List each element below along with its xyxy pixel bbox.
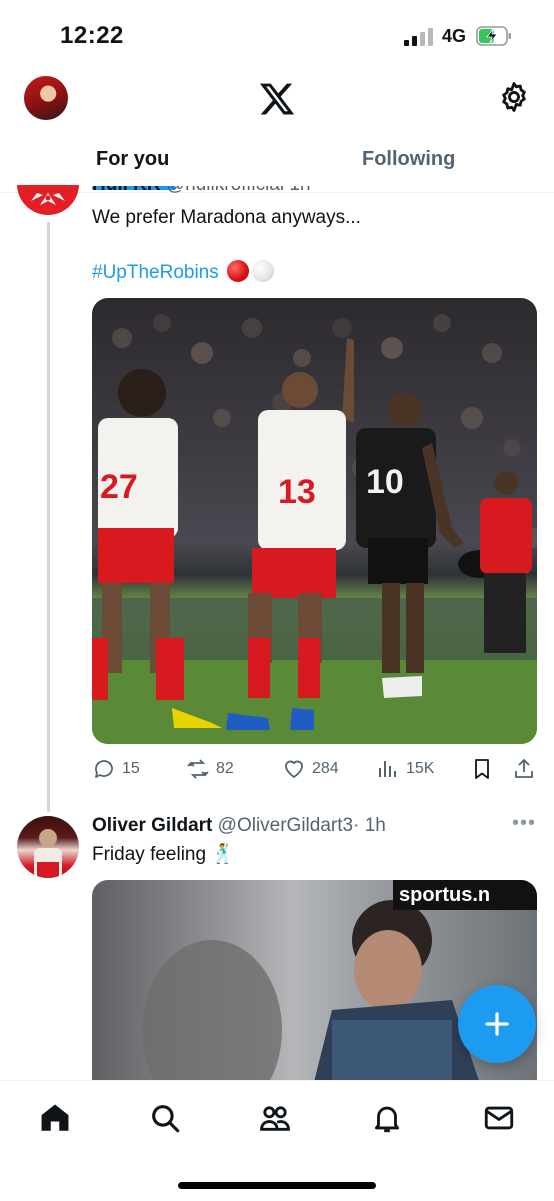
communities-icon[interactable] bbox=[258, 1101, 292, 1135]
dancer-emoji: 🕺 bbox=[211, 843, 236, 865]
views-count: 15K bbox=[406, 760, 435, 777]
profile-avatar[interactable] bbox=[24, 76, 68, 120]
shirt-number-10: 10 bbox=[366, 463, 404, 501]
shirt-number-27: 27 bbox=[100, 468, 138, 506]
shirt-number-13: 13 bbox=[278, 473, 316, 511]
tweet-photo[interactable]: 27 13 10 bbox=[92, 298, 537, 744]
tweet-text: We prefer Maradona anyways... bbox=[92, 207, 361, 228]
compose-icon bbox=[485, 1012, 509, 1036]
bottom-nav bbox=[0, 1080, 554, 1201]
author-handle[interactable]: @OliverGildart3 bbox=[218, 815, 353, 836]
network-label: 4G bbox=[442, 26, 467, 46]
x-logo-icon bbox=[258, 80, 296, 118]
tweet-text: Friday feeling 🕺 bbox=[92, 842, 235, 866]
tab-following[interactable]: Following bbox=[362, 148, 455, 171]
home-icon[interactable] bbox=[38, 1101, 72, 1135]
hashtag-text[interactable]: #UpTheRobins bbox=[92, 262, 219, 283]
bookmark-button[interactable] bbox=[470, 756, 494, 782]
thread-line bbox=[47, 222, 50, 812]
tweet-author-name[interactable]: Oliver Gildart @OliverGildart3· 1h bbox=[92, 815, 386, 837]
red-circle-emoji bbox=[227, 260, 250, 282]
messages-icon[interactable] bbox=[482, 1101, 516, 1135]
signal-icon bbox=[404, 28, 434, 46]
share-button[interactable] bbox=[512, 756, 536, 782]
tweet-actions: 15 82 284 15K bbox=[92, 756, 537, 782]
share-icon bbox=[515, 758, 533, 778]
hullkr-avatar[interactable] bbox=[17, 185, 79, 215]
bookmark-icon bbox=[475, 759, 489, 779]
repost-button[interactable]: 82 bbox=[186, 756, 234, 782]
status-time: 12:22 bbox=[60, 22, 124, 49]
more-options-icon[interactable]: ••• bbox=[512, 812, 536, 835]
timeline-tabs: For you Following bbox=[0, 130, 554, 193]
views-button[interactable]: 15K bbox=[376, 756, 434, 782]
repost-count: 82 bbox=[216, 760, 234, 777]
video-watermark: sportus.n bbox=[393, 880, 537, 910]
tweet-author-name[interactable]: Hull KR @hullkrofficial 1h bbox=[92, 186, 311, 198]
notifications-icon[interactable] bbox=[370, 1101, 404, 1135]
views-icon bbox=[379, 761, 396, 777]
white-circle-emoji bbox=[252, 260, 275, 282]
like-count: 284 bbox=[312, 760, 339, 777]
tweet-time: · 1h bbox=[353, 815, 386, 836]
olivergildart-avatar[interactable] bbox=[17, 816, 79, 878]
hashtag-link[interactable]: #UpTheRobins bbox=[92, 260, 275, 284]
reply-button[interactable]: 15 bbox=[92, 756, 140, 782]
author-name[interactable]: Oliver Gildart bbox=[92, 815, 212, 836]
settings-icon[interactable] bbox=[497, 80, 531, 114]
battery-icon bbox=[476, 26, 512, 46]
tab-for-you[interactable]: For you bbox=[96, 148, 169, 171]
like-button[interactable]: 284 bbox=[282, 756, 339, 782]
tweet-text-body: Friday feeling bbox=[92, 844, 207, 865]
search-icon[interactable] bbox=[148, 1101, 182, 1135]
home-indicator[interactable] bbox=[178, 1182, 376, 1189]
reply-count: 15 bbox=[122, 760, 140, 777]
reply-icon bbox=[95, 760, 113, 778]
repost-icon bbox=[187, 759, 209, 779]
like-icon bbox=[285, 760, 303, 778]
compose-button[interactable] bbox=[458, 985, 536, 1063]
tweet-video[interactable]: sportus.n bbox=[92, 880, 537, 1090]
